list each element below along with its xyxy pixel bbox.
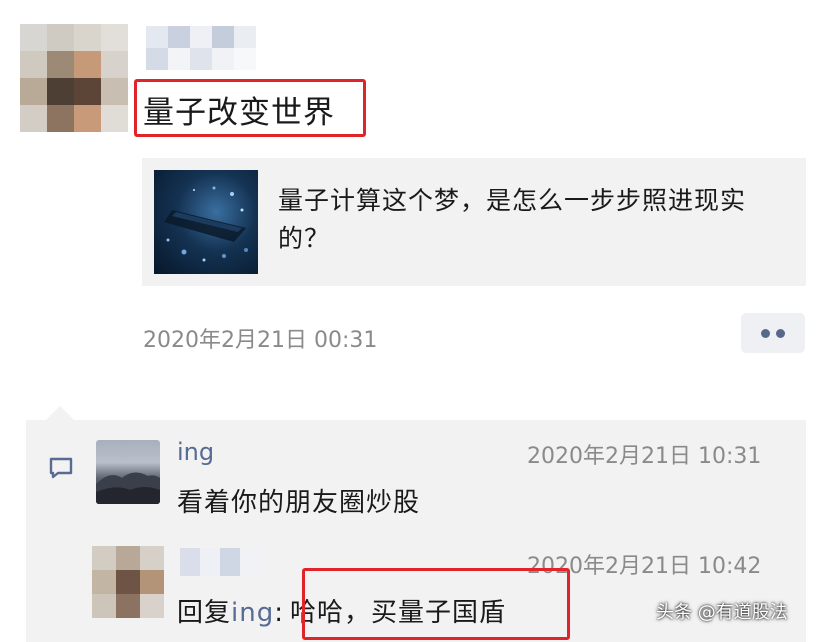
- reply-prefix: 回复: [177, 598, 232, 628]
- reply-timestamp: 2020年2月21日 10:42: [527, 554, 762, 579]
- more-dots-icon[interactable]: [741, 313, 805, 353]
- reply-text: 哈哈，买量子国盾: [290, 598, 507, 628]
- post-timestamp: 2020年2月21日 00:31: [143, 328, 378, 353]
- shared-link-card[interactable]: 量子计算这个梦，是怎么一步步照进现实的？: [142, 158, 806, 286]
- link-title: 量子计算这个梦，是怎么一步步照进现实的？: [278, 186, 747, 253]
- comment-icon: [48, 456, 74, 484]
- comments-pointer: [46, 406, 74, 420]
- comment-author[interactable]: ing: [177, 438, 214, 466]
- post-author-avatar[interactable]: [20, 24, 128, 132]
- post-author-name-blurred[interactable]: [146, 26, 256, 70]
- link-thumbnail-image: [154, 170, 258, 274]
- reply-avatar[interactable]: [92, 546, 164, 618]
- reply-to-name[interactable]: ing: [231, 598, 274, 628]
- reply-separator: :: [274, 598, 284, 628]
- comment-timestamp: 2020年2月21日 10:31: [527, 444, 762, 469]
- post-text: 量子改变世界: [143, 95, 335, 131]
- watermark: 头条 @有道股法: [656, 602, 788, 623]
- comment-avatar[interactable]: [96, 440, 160, 504]
- comment-text: 看着你的朋友圈炒股: [177, 488, 421, 518]
- reply-author-name-blurred[interactable]: [180, 548, 260, 576]
- reply-text-line: 回复ing: 哈哈，买量子国盾: [177, 592, 506, 629]
